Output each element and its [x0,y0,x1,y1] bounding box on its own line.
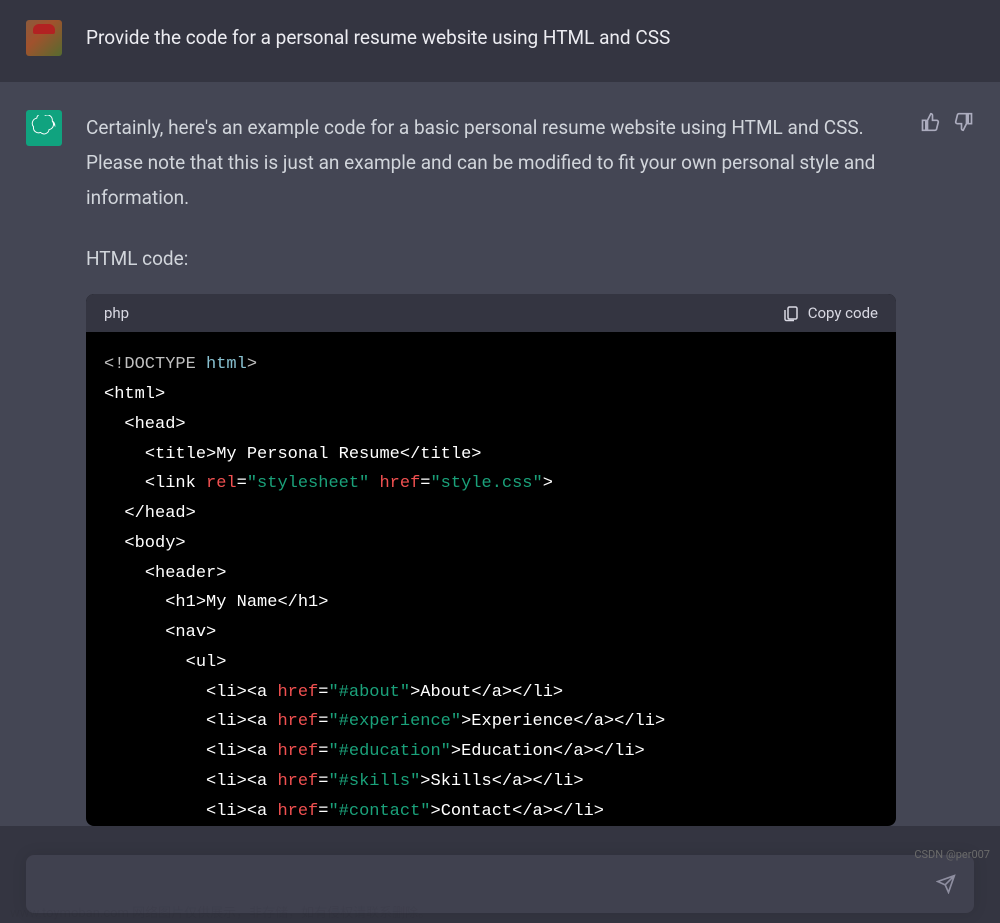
watermark-text: www.toymoban.com 网络图片仅供展示，非存储，如有侵权请联系删除。 [10,902,431,921]
assistant-intro-text: Certainly, here's an example code for a … [86,110,896,215]
code-language-label: php [104,304,129,322]
copy-code-label: Copy code [808,304,878,322]
feedback-actions [920,112,974,826]
send-icon[interactable] [936,874,956,894]
code-block: php Copy code <!DOCTYPE html> <html> <he… [86,294,896,826]
thumbs-up-icon[interactable] [920,112,940,132]
copy-code-button[interactable]: Copy code [782,304,878,322]
watermark-small: CSDN @per007 [914,848,990,861]
code-body: <!DOCTYPE html> <html> <head> <title>My … [86,332,896,826]
thumbs-down-icon[interactable] [954,112,974,132]
openai-logo-icon [31,115,57,141]
user-message-row: Provide the code for a personal resume w… [0,0,1000,82]
assistant-message-row: Certainly, here's an example code for a … [0,82,1000,826]
assistant-body: Certainly, here's an example code for a … [86,110,896,826]
clipboard-icon [782,304,800,322]
user-avatar [26,20,62,56]
code-header: php Copy code [86,294,896,332]
code-section-label: HTML code: [86,247,896,270]
assistant-avatar [26,110,62,146]
user-prompt-text: Provide the code for a personal resume w… [86,20,670,56]
